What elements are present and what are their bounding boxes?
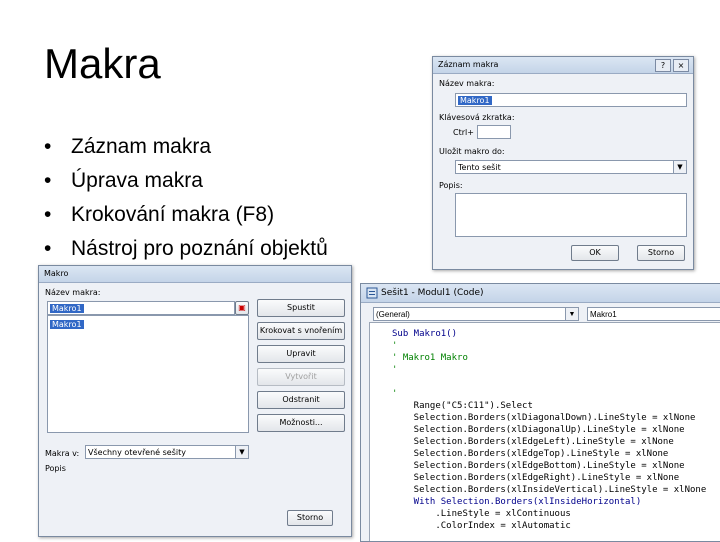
code-line[interactable]: Range("C5:C11").Select — [392, 400, 533, 412]
chevron-down-icon: ▼ — [235, 446, 248, 458]
ok-button[interactable]: OK — [571, 245, 619, 261]
code-line[interactable]: .LineStyle = xlContinuous — [392, 508, 570, 520]
code-line[interactable]: Selection.Borders(xlEdgeRight).LineStyle… — [392, 472, 680, 484]
code-line[interactable]: ' — [392, 364, 397, 376]
description-label: Popis — [45, 464, 66, 473]
macros-in-label: Makra v: — [45, 449, 80, 458]
bullet-text: Úprava makra — [71, 169, 203, 192]
bullet-text: Krokování makra (F8) — [71, 203, 275, 226]
code-editor[interactable]: Sub Makro1() ' ' Makro1 Makro ' ' Range("C5:… — [369, 322, 720, 541]
cancel-button[interactable]: Storno — [637, 245, 685, 261]
code-line[interactable]: Selection.Borders(xlEdgeLeft).LineStyle … — [392, 436, 674, 448]
bullet-text: Záznam makra — [71, 135, 212, 158]
macro-list[interactable]: Makro1 — [47, 315, 249, 433]
macro-name-input[interactable]: Makro1 — [455, 93, 687, 107]
code-line[interactable]: Selection.Borders(xlInsideVertical).Line… — [392, 484, 707, 496]
code-window: Sešit1 - Modul1 (Code) (General) ▼ Makro1… — [360, 283, 720, 542]
shortcut-input[interactable] — [477, 125, 511, 139]
ref-edit-button[interactable]: ▣ — [235, 301, 249, 315]
code-line[interactable]: Selection.Borders(xlDiagonalUp).LineStyl… — [392, 424, 685, 436]
dialog-titlebar: Záznam makra ? × — [433, 57, 693, 74]
code-line[interactable]: .ColorIndex = xlAutomatic — [392, 520, 570, 532]
code-line[interactable]: Sub Makro1() — [392, 328, 457, 340]
close-icon[interactable]: × — [673, 59, 689, 72]
store-in-select[interactable]: Tento sešit ▼ — [455, 160, 687, 174]
list-item[interactable]: Makro1 — [50, 318, 84, 331]
bullet-list: • Záznam makra • Úprava makra • Krokování m… — [44, 130, 328, 266]
help-button[interactable]: ? — [655, 59, 671, 72]
code-window-title: Sešit1 - Modul1 (Code) — [381, 288, 484, 298]
macro-dialog: Makro Název makra: Makro1 ▣ Makro1 Spust… — [38, 265, 352, 537]
bullet-item: • Nástroj pro poznání objektů — [44, 237, 328, 260]
delete-button[interactable]: Odstranit — [257, 391, 345, 409]
code-line[interactable]: ' — [392, 340, 397, 352]
dialog-titlebar: Makro — [39, 266, 351, 283]
dialog-title: Záznam makra — [438, 60, 499, 69]
bullet-item: • Záznam makra — [44, 135, 212, 158]
bullet-item: • Úprava makra — [44, 169, 203, 192]
procedure-dropdown[interactable]: Makro1 — [587, 307, 720, 321]
options-button[interactable]: Možnosti... — [257, 414, 345, 432]
object-dropdown[interactable]: (General) ▼ — [373, 307, 579, 321]
bullet-item: • Krokování makra (F8) — [44, 203, 275, 226]
macros-in-select[interactable]: Všechny otevřené sešity ▼ — [85, 445, 249, 459]
run-button[interactable]: Spustit — [257, 299, 345, 317]
edit-button[interactable]: Upravit — [257, 345, 345, 363]
store-in-label: Uložit makro do: — [439, 147, 505, 156]
chevron-down-icon: ▼ — [673, 161, 686, 173]
create-button[interactable]: Vytvořit — [257, 368, 345, 386]
code-line[interactable]: ' — [392, 388, 397, 400]
record-macro-dialog: Záznam makra ? × Název makra: Makro1 Klá… — [432, 56, 694, 270]
shortcut-prefix: Ctrl+ — [453, 128, 474, 137]
macro-name-label: Název makra: — [439, 79, 495, 88]
slide-title: Makra — [44, 40, 161, 87]
description-textarea[interactable] — [455, 193, 687, 237]
description-label: Popis: — [439, 181, 463, 190]
step-into-button[interactable]: Krokovat s vnořením — [257, 322, 345, 340]
cancel-button[interactable]: Storno — [287, 510, 333, 526]
code-line[interactable]: Selection.Borders(xlEdgeTop).LineStyle =… — [392, 448, 669, 460]
macro-name-input[interactable]: Makro1 — [47, 301, 235, 315]
code-line[interactable]: With Selection.Borders(xlInsideHorizonta… — [392, 496, 642, 508]
code-line[interactable]: Selection.Borders(xlEdgeBottom).LineStyl… — [392, 460, 685, 472]
code-line[interactable]: Selection.Borders(xlDiagonalDown).LineSt… — [392, 412, 696, 424]
code-window-titlebar: Sešit1 - Modul1 (Code) — [361, 284, 720, 303]
chevron-down-icon: ▼ — [565, 308, 578, 320]
bullet-text: Nástroj pro poznání objektů — [71, 237, 328, 260]
shortcut-label: Klávesová zkratka: — [439, 113, 515, 122]
macro-name-label: Název makra: — [45, 288, 101, 297]
code-line[interactable]: ' Makro1 Makro — [392, 352, 468, 364]
dialog-title: Makro — [44, 269, 69, 278]
vba-module-icon — [366, 287, 378, 299]
